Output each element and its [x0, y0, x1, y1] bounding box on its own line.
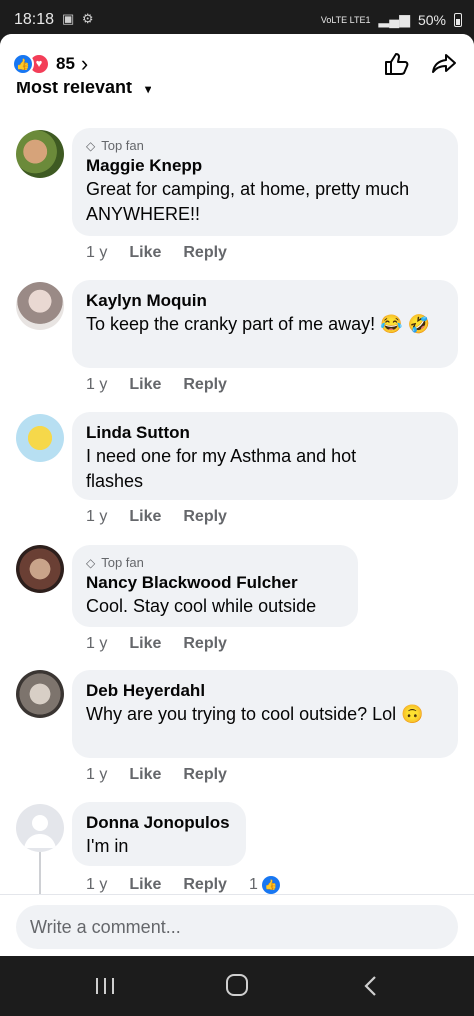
- comment-time[interactable]: 1 y: [86, 508, 107, 526]
- person-icon: [24, 815, 56, 848]
- comment-author[interactable]: Kaylyn Moquin: [86, 290, 444, 312]
- diamond-icon: ◇: [86, 555, 96, 570]
- status-time: 18:18: [14, 11, 55, 28]
- like-link[interactable]: Like: [129, 244, 161, 262]
- comment-author[interactable]: Maggie Knepp: [86, 155, 444, 177]
- reactions-header: 👍 ♥ 85 › Most relevant ▾: [0, 34, 474, 96]
- sort-label: Most relevant: [16, 82, 133, 96]
- comment-actions: 1 y Like Reply 1 👍: [86, 876, 280, 894]
- comment-bubble: ◇ Top fan Maggie Knepp Great for camping…: [72, 128, 458, 236]
- signal-icon: ▂▄▆: [378, 11, 410, 27]
- avatar[interactable]: [16, 545, 64, 593]
- top-fan-badge: ◇ Top fan: [86, 555, 344, 570]
- status-right: VoLTE LTE1 ▂▄▆ 50%: [321, 11, 462, 28]
- comment-text: Why are you trying to cool outside? Lol …: [86, 704, 424, 724]
- comment-time[interactable]: 1 y: [86, 766, 107, 784]
- comment-composer: [0, 894, 474, 956]
- comment-actions: 1 y Like Reply: [86, 376, 227, 394]
- system-nav-bar: [0, 956, 474, 1016]
- back-icon[interactable]: [360, 974, 382, 998]
- avatar[interactable]: [16, 282, 64, 330]
- share-icon[interactable]: [430, 50, 458, 78]
- comment-bubble: ◇ Top fan Nancy Blackwood Fulcher Cool. …: [72, 545, 358, 627]
- comment-bubble: Donna Jonopulos I'm in: [72, 802, 246, 866]
- reply-thread-line: [39, 852, 41, 898]
- comment-text: Great for camping, at home, pretty much …: [86, 179, 410, 224]
- comment-bubble: Deb Heyerdahl Why are you trying to cool…: [72, 670, 458, 758]
- comment-actions: 1 y Like Reply: [86, 766, 227, 784]
- like-count-number: 1: [248, 876, 258, 893]
- battery-label: 50%: [417, 11, 446, 28]
- comment-time[interactable]: 1 y: [86, 376, 107, 394]
- like-link[interactable]: Like: [129, 766, 161, 784]
- comment-author[interactable]: Linda Sutton: [86, 422, 444, 444]
- badge-label: Top fan: [101, 138, 144, 153]
- reply-link[interactable]: Reply: [183, 508, 227, 526]
- notification-icons: ▣ ⚙: [62, 11, 96, 26]
- comment-author[interactable]: Donna Jonopulos: [86, 812, 232, 834]
- default-avatar-icon[interactable]: [16, 804, 64, 852]
- sort-dropdown[interactable]: Most relevant ▾: [16, 82, 151, 96]
- comment-actions: 1 y Like Reply: [86, 244, 227, 262]
- comment-author[interactable]: Nancy Blackwood Fulcher: [86, 572, 344, 594]
- like-badge-icon: 👍: [261, 876, 280, 894]
- like-link[interactable]: Like: [129, 635, 161, 653]
- comment-time[interactable]: 1 y: [86, 244, 107, 262]
- reply-link[interactable]: Reply: [183, 635, 227, 653]
- thumbs-up-icon[interactable]: [382, 50, 410, 78]
- comment-actions: 1 y Like Reply: [86, 635, 227, 653]
- reply-link[interactable]: Reply: [183, 766, 227, 784]
- comment-bubble: Linda Sutton I need one for my Asthma an…: [72, 412, 458, 500]
- comment-text: Cool. Stay cool while outside: [86, 596, 317, 616]
- chevron-down-icon: ▾: [145, 82, 152, 96]
- like-link[interactable]: Like: [129, 508, 161, 526]
- reaction-count: 85: [56, 54, 75, 73]
- avatar[interactable]: [16, 414, 64, 462]
- diamond-icon: ◇: [86, 138, 96, 153]
- like-link[interactable]: Like: [129, 876, 161, 894]
- battery-icon: [454, 12, 462, 27]
- comment-time[interactable]: 1 y: [86, 876, 107, 894]
- like-link[interactable]: Like: [129, 376, 161, 394]
- reply-link[interactable]: Reply: [183, 876, 227, 894]
- chevron-right-icon: ›: [80, 51, 89, 76]
- comment-text: To keep the cranky part of me away! 😂 🤣: [86, 314, 430, 334]
- reply-link[interactable]: Reply: [183, 244, 227, 262]
- comment-author[interactable]: Deb Heyerdahl: [86, 680, 444, 702]
- comment-input[interactable]: [16, 905, 458, 949]
- comment-text: I'm in: [86, 836, 129, 856]
- like-reaction-icon: 👍: [12, 53, 34, 75]
- comment-time[interactable]: 1 y: [86, 635, 107, 653]
- comment-text: I need one for my Asthma and hot flashes: [86, 446, 357, 491]
- reply-link[interactable]: Reply: [183, 376, 227, 394]
- comment-bubble: Kaylyn Moquin To keep the cranky part of…: [72, 280, 458, 368]
- comments-sheet: 👍 ♥ 85 › Most relevant ▾ ◇ Top fan Maggi…: [0, 34, 474, 956]
- badge-label: Top fan: [101, 555, 144, 570]
- comment-actions: 1 y Like Reply: [86, 508, 227, 526]
- network-indicator: VoLTE LTE1: [320, 14, 371, 25]
- avatar[interactable]: [16, 670, 64, 718]
- recent-apps-icon[interactable]: [94, 976, 116, 996]
- top-fan-badge: ◇ Top fan: [86, 138, 444, 153]
- reactions-summary[interactable]: 👍 ♥ 85 ›: [12, 51, 88, 77]
- home-icon[interactable]: [226, 974, 248, 996]
- avatar[interactable]: [16, 130, 64, 178]
- comment-like-count[interactable]: 1 👍: [249, 876, 280, 894]
